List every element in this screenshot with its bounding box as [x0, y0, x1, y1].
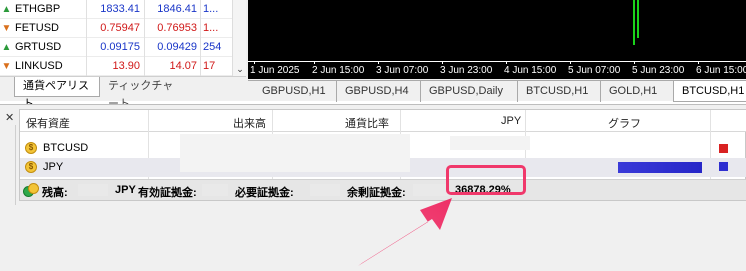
annotation-arrow — [358, 198, 452, 266]
